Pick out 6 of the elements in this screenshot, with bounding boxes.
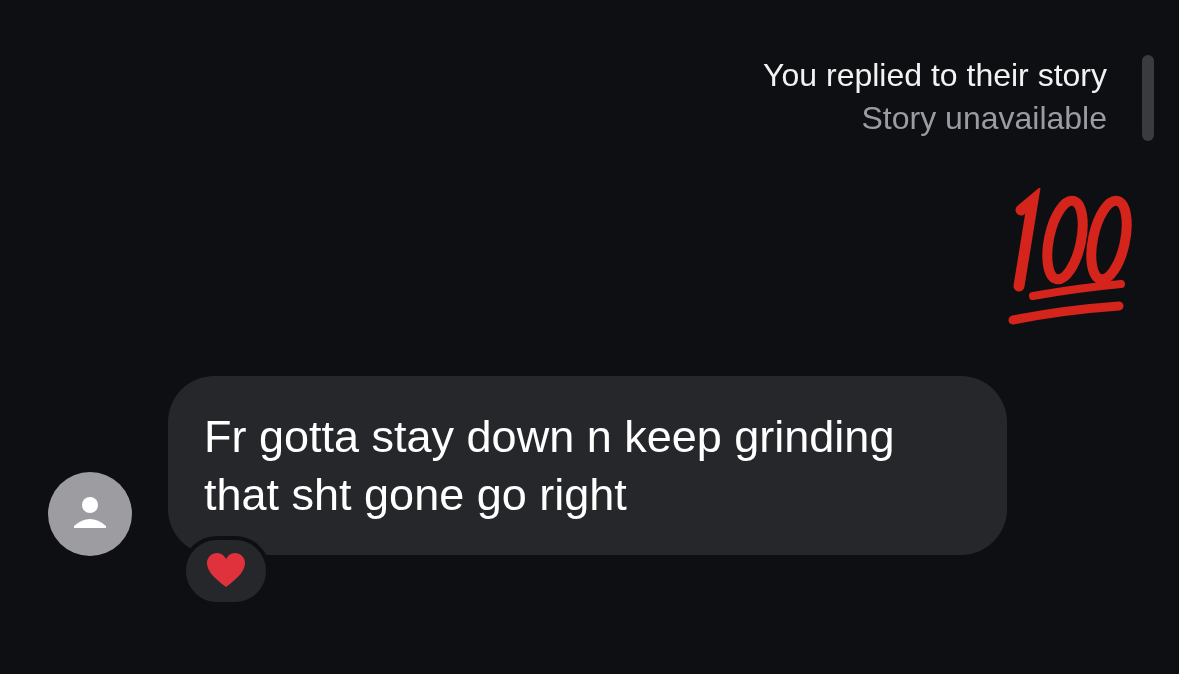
avatar[interactable] (48, 472, 132, 556)
story-status: Story unavailable (861, 99, 1107, 138)
story-reply-label: You replied to their story (763, 56, 1107, 95)
scroll-bar[interactable] (1142, 55, 1154, 141)
message-bubble: Fr gotta stay down n keep grinding that sht gone go right (168, 376, 1007, 555)
heart-icon (206, 553, 246, 589)
